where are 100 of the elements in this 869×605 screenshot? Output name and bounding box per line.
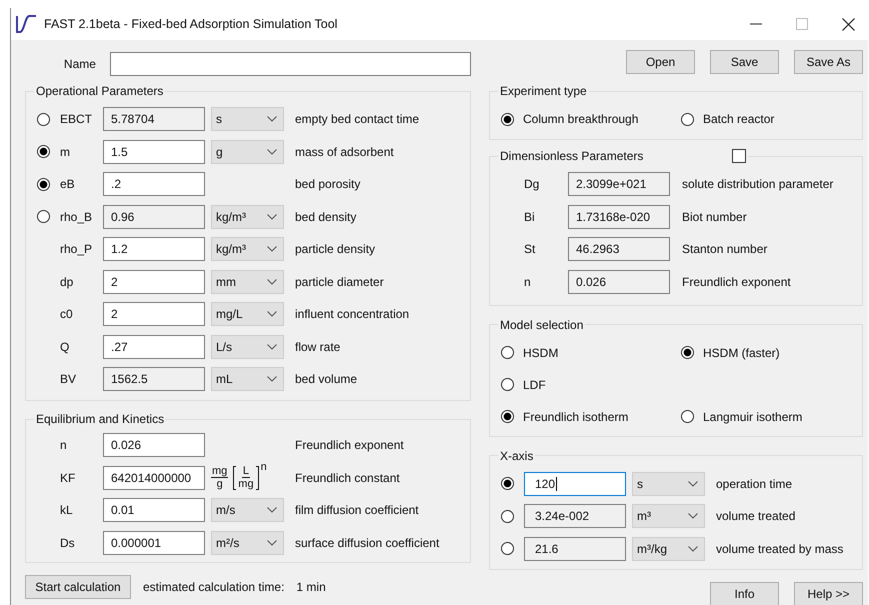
value-field: 46.2963 — [568, 237, 670, 261]
minimize-icon[interactable] — [750, 23, 762, 25]
value-field[interactable]: .2 — [103, 172, 205, 196]
value-field[interactable]: 5.78704 — [103, 107, 205, 131]
value-field[interactable]: 642014000000 — [103, 466, 205, 490]
parameter-symbol: n — [524, 274, 532, 288]
parameter-symbol: St — [524, 242, 536, 256]
parameter-description: operation time — [716, 476, 794, 490]
parameter-description: Biot number — [682, 210, 748, 224]
radio-button[interactable] — [501, 112, 514, 126]
unit-dropdown[interactable]: s — [211, 107, 284, 131]
value-field[interactable]: .27 — [103, 334, 205, 358]
dialog-button[interactable]: Help >> — [794, 582, 863, 605]
parameter-description: influent concentration — [295, 307, 410, 321]
radio-button[interactable] — [37, 112, 50, 126]
chevron-icon — [688, 513, 698, 519]
parameter-symbol: EBCT — [60, 112, 94, 126]
start-calculation-button[interactable]: Start calculation — [25, 574, 131, 598]
chevron-icon — [267, 116, 277, 122]
parameter-description: bed porosity — [295, 177, 362, 191]
group-title: Experiment type — [499, 83, 588, 99]
radio-button[interactable] — [681, 346, 694, 359]
parameter-symbol: rho_B — [60, 210, 94, 224]
parameter-description: particle density — [295, 242, 376, 256]
name-field[interactable] — [110, 52, 471, 76]
value-field[interactable]: 2 — [103, 302, 205, 326]
value-field[interactable]: 2 — [103, 270, 205, 294]
value-field[interactable]: 3.24e-002 — [524, 504, 626, 528]
radio-button[interactable] — [501, 378, 514, 391]
chevron-icon — [267, 344, 277, 350]
parameter-description: volume treated by mass — [716, 542, 844, 556]
unit-dropdown[interactable]: L/s — [211, 334, 284, 358]
parameter-symbol: Bi — [524, 210, 536, 224]
parameter-symbol: Ds — [60, 536, 76, 550]
parameter-symbol: dp — [60, 274, 74, 288]
unit-numerator: mg — [211, 465, 228, 478]
bracket-icon — [256, 466, 259, 490]
group-title: Model selection — [499, 316, 584, 332]
unit-numerator: L — [242, 465, 250, 478]
estimate-label: estimated calculation time: — [143, 580, 284, 594]
unit-dropdown[interactable]: mm — [211, 270, 284, 294]
radio-button[interactable] — [681, 410, 694, 423]
unit-dropdown[interactable]: mL — [211, 367, 284, 391]
option-label[interactable]: HSDM — [523, 346, 558, 360]
parameter-description: Stanton number — [682, 242, 768, 256]
option-label[interactable]: Langmuir isotherm — [703, 410, 802, 424]
radio-button[interactable] — [37, 178, 50, 190]
chevron-icon — [267, 214, 277, 220]
parameter-symbol: Q — [60, 340, 70, 354]
checkbox[interactable] — [732, 149, 746, 163]
unit-dropdown[interactable]: m²/s — [211, 530, 284, 554]
unit-exponent: n — [260, 462, 267, 472]
unit-dropdown[interactable]: kg/m³ — [211, 204, 284, 228]
value-field[interactable]: 1.2 — [103, 237, 205, 261]
parameter-description: solute distribution parameter — [682, 177, 834, 191]
unit-denominator: mg — [238, 478, 254, 490]
value-field[interactable]: 0.01 — [103, 498, 205, 522]
parameter-symbol: c0 — [60, 307, 74, 321]
unit-dropdown[interactable]: mg/L — [211, 302, 284, 326]
dialog-button[interactable]: Info — [710, 582, 779, 605]
value-field[interactable]: 1562.5 — [103, 367, 205, 391]
unit-dropdown[interactable]: g — [211, 140, 284, 164]
unit-dropdown[interactable]: m/s — [211, 498, 284, 522]
parameter-symbol: eB — [60, 177, 76, 191]
radio-button[interactable] — [501, 477, 514, 490]
file-button[interactable]: Open — [626, 50, 695, 74]
radio-button[interactable] — [681, 112, 694, 126]
option-label[interactable]: LDF — [523, 378, 546, 392]
radio-button[interactable] — [501, 542, 514, 555]
unit-dropdown[interactable]: m³/kg — [632, 536, 705, 560]
chevron-icon — [267, 278, 277, 284]
window-title: FAST 2.1beta - Fixed-bed Adsorption Simulation Tool — [44, 17, 338, 31]
option-label[interactable]: HSDM (faster) — [703, 346, 780, 360]
unit-denominator: g — [216, 478, 223, 490]
parameter-symbol: n — [60, 438, 68, 452]
chevron-icon — [267, 148, 277, 154]
chevron-icon — [688, 546, 698, 552]
radio-button[interactable] — [501, 410, 514, 423]
value-field[interactable]: 0.96 — [103, 204, 205, 228]
value-field[interactable]: 120 — [524, 472, 626, 496]
unit-dropdown[interactable]: s — [632, 472, 705, 496]
value-field[interactable]: 0.026 — [103, 433, 205, 457]
value-field[interactable]: 21.6 — [524, 536, 626, 560]
value-field[interactable]: 1.5 — [103, 140, 205, 164]
parameter-description: film diffusion coefficient — [295, 503, 420, 517]
radio-button[interactable] — [501, 346, 514, 359]
file-button[interactable]: Save — [710, 50, 779, 74]
radio-button[interactable] — [37, 145, 50, 158]
radio-button[interactable] — [501, 510, 514, 522]
unit-dropdown[interactable]: kg/m³ — [211, 237, 284, 261]
option-label[interactable]: Freundlich isotherm — [523, 410, 628, 424]
unit-dropdown[interactable]: m³ — [632, 504, 705, 528]
file-button[interactable]: Save As — [794, 50, 863, 74]
value-field[interactable]: 0.000001 — [103, 530, 205, 554]
option-label[interactable]: Column breakthrough — [523, 112, 638, 126]
option-label[interactable]: Batch reactor — [703, 112, 774, 126]
radio-button[interactable] — [37, 210, 50, 223]
close-icon[interactable] — [842, 18, 855, 30]
parameter-symbol: kL — [60, 503, 74, 517]
parameter-description: particle diameter — [295, 274, 385, 288]
